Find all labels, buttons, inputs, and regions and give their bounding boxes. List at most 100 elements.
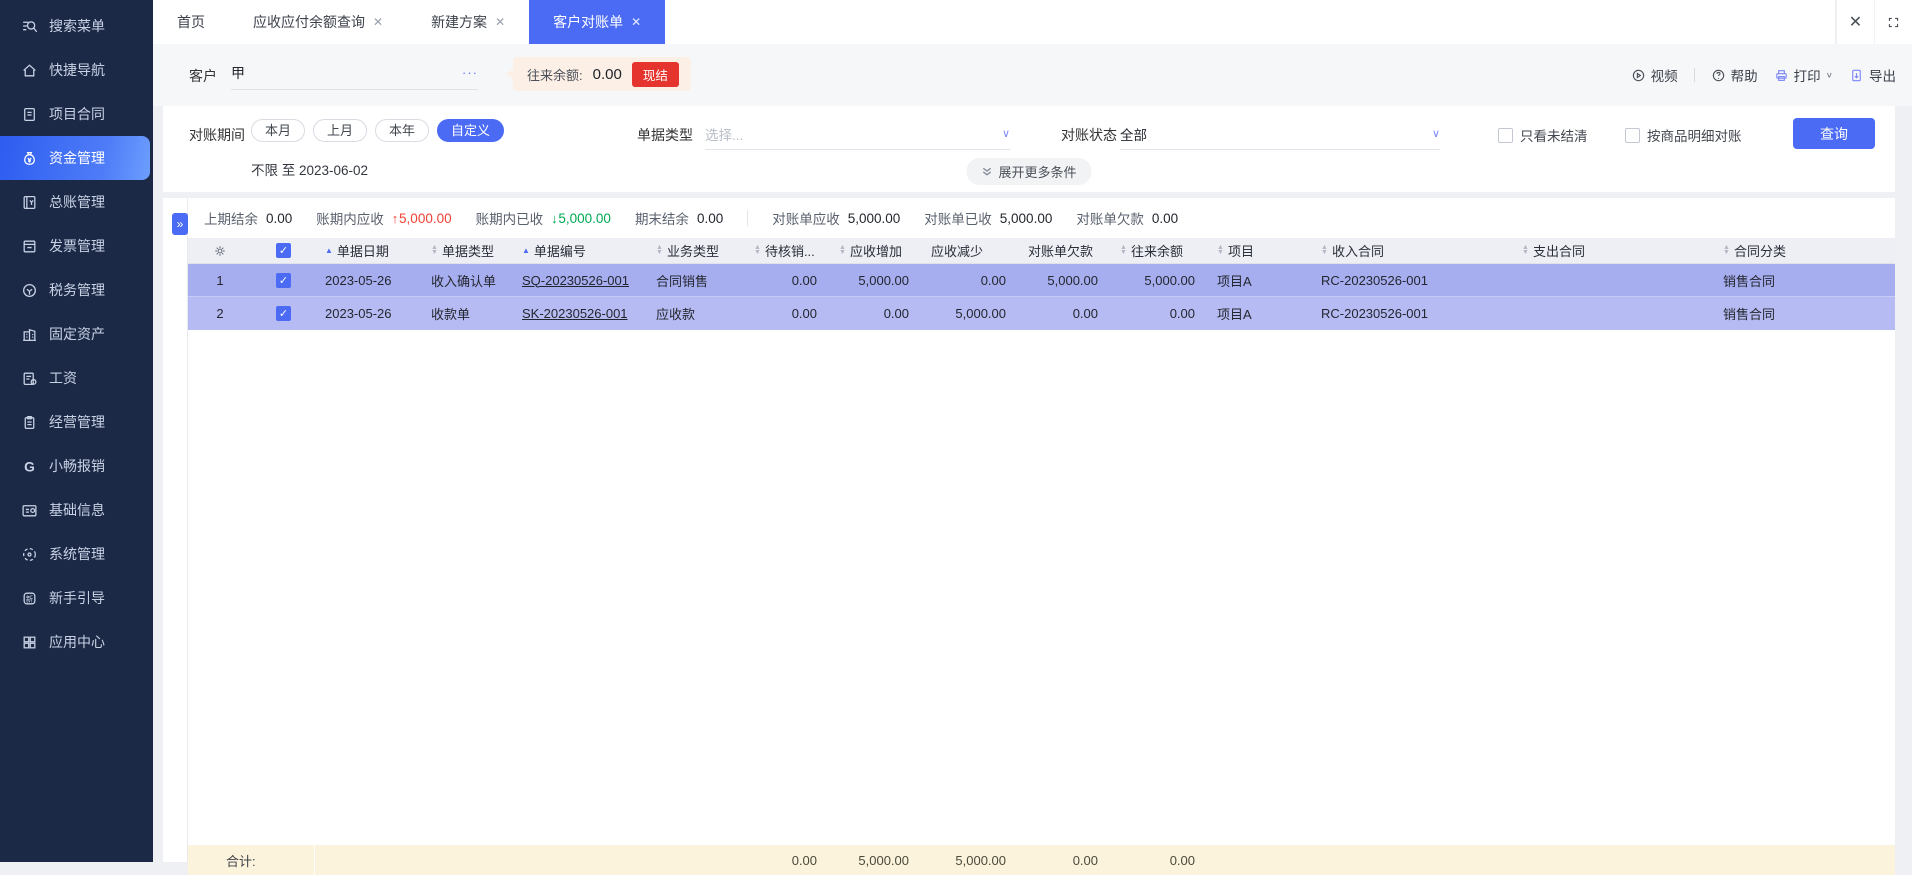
sidebar-item-general-ledger[interactable]: 总账管理: [0, 180, 153, 224]
row-seq: 1: [188, 264, 252, 296]
contract-doc-icon: [21, 106, 38, 123]
cell-contract-category: 销售合同: [1713, 264, 1895, 296]
sidebar-item-xiaochang-expense[interactable]: G 小畅报销: [0, 444, 153, 488]
fullscreen-button[interactable]: [1874, 0, 1912, 44]
ledger-icon: [21, 194, 38, 211]
tab-customer-statement[interactable]: 客户对账单 ✕: [529, 0, 665, 44]
header-doc-no[interactable]: ▲ 单据编号: [512, 238, 646, 263]
play-circle-icon: [1631, 68, 1646, 83]
invoice-icon: [21, 238, 38, 255]
header-doc-date[interactable]: ▲ 单据日期: [315, 238, 421, 263]
period-custom[interactable]: 自定义: [437, 119, 504, 142]
cell-income-contract: RC-20230526-001: [1311, 297, 1512, 330]
video-label: 视频: [1651, 65, 1678, 85]
tab-balance-query[interactable]: 应收应付余额查询 ✕: [229, 0, 407, 44]
doc-no-link[interactable]: SK-20230526-001: [522, 306, 628, 321]
sidebar-item-label: 小畅报销: [49, 456, 105, 476]
header-expense-contract[interactable]: ▲▼ 支出合同: [1512, 238, 1713, 263]
sidebar-item-label: 基础信息: [49, 500, 105, 520]
doc-type-label: 单据类型: [637, 125, 693, 145]
header-statement-debt[interactable]: 对账单欠款: [1018, 238, 1110, 263]
sidebar-item-newbie-guide[interactable]: 新 新手引导: [0, 576, 153, 620]
header-biz-type[interactable]: ▲▼ 业务类型: [646, 238, 744, 263]
checkbox-icon[interactable]: [1625, 128, 1640, 143]
settle-button[interactable]: 现结: [632, 62, 679, 87]
sidebar-item-basic-info[interactable]: 基础信息: [0, 488, 153, 532]
summary-value: 5,000.00: [399, 211, 452, 226]
sidebar-item-label: 新手引导: [49, 588, 105, 608]
status-select[interactable]: 全部 ∨: [1120, 118, 1440, 150]
summary-statement-debt: 对账单欠款 0.00: [1076, 208, 1178, 228]
sidebar-item-app-center[interactable]: 应用中心: [0, 620, 153, 664]
export-button[interactable]: 导出: [1849, 65, 1896, 85]
cell-income-contract: RC-20230526-001: [1311, 264, 1512, 296]
period-range-value[interactable]: 不限 至 2023-06-02: [251, 159, 368, 179]
sidebar-item-quick-nav[interactable]: 快捷导航: [0, 48, 153, 92]
query-button[interactable]: 查询: [1793, 118, 1875, 149]
checkbox-icon[interactable]: [1498, 128, 1513, 143]
doc-no-link[interactable]: SQ-20230526-001: [522, 273, 629, 288]
summary-statement-received: 对账单已收 5,000.00: [924, 208, 1052, 228]
sidebar-item-salary[interactable]: 工资: [0, 356, 153, 400]
sidebar-item-invoice-management[interactable]: 发票管理: [0, 224, 153, 268]
row-checkbox[interactable]: ✓: [276, 273, 291, 288]
summary-value: 5,000.00: [558, 211, 611, 226]
guide-icon: 新: [21, 590, 38, 607]
cell-statement-debt: 0.00: [1018, 297, 1110, 330]
header-ar-decrease[interactable]: 应收减少: [921, 238, 1018, 263]
cell-biz-type: 应收款: [646, 297, 744, 330]
row-checkbox[interactable]: ✓: [276, 306, 291, 321]
sidebar-item-business-management[interactable]: 经营管理: [0, 400, 153, 444]
clipboard-icon: [21, 414, 38, 431]
sidebar-item-funds-management[interactable]: 资金管理: [0, 136, 150, 180]
sidebar-item-search-menu[interactable]: 搜索菜单: [0, 4, 153, 48]
header-project[interactable]: ▲▼ 项目: [1207, 238, 1311, 263]
sidebar-item-project-contract[interactable]: 项目合同: [0, 92, 153, 136]
summary-label: 对账单已收: [924, 208, 992, 228]
customer-input[interactable]: 甲 ···: [231, 56, 478, 90]
close-window-button[interactable]: ✕: [1836, 0, 1874, 44]
checkbox-by-item-detail[interactable]: 按商品明细对账: [1625, 125, 1742, 145]
header-contract-category[interactable]: ▲▼ 合同分类: [1713, 238, 1895, 263]
spacer: [1311, 845, 1512, 875]
sidebar-item-fixed-assets[interactable]: 固定资产: [0, 312, 153, 356]
svg-text:G: G: [24, 458, 35, 474]
tab-close-icon[interactable]: ✕: [495, 15, 505, 29]
checkbox-only-unsettled[interactable]: 只看未结清: [1498, 125, 1588, 145]
tab-new-plan[interactable]: 新建方案 ✕: [407, 0, 529, 44]
summary-bar: 上期结余 0.00 账期内应收 ↑ 5,000.00 账期内已收 ↓ 5,000…: [188, 198, 1895, 238]
table-row[interactable]: 2 ✓ 2023-05-26 收款单 SK-20230526-001 应收款 0…: [188, 297, 1895, 330]
window-controls: ✕: [1835, 0, 1912, 44]
doc-type-select[interactable]: 选择... ∨: [705, 118, 1010, 150]
cell-doc-no: SQ-20230526-001: [512, 264, 646, 296]
table-row[interactable]: 1 ✓ 2023-05-26 收入确认单 SQ-20230526-001 合同销…: [188, 264, 1895, 297]
print-button[interactable]: 打印 ∨: [1774, 65, 1833, 85]
tab-home[interactable]: 首页: [153, 0, 229, 44]
more-ellipsis-icon[interactable]: ···: [462, 65, 478, 80]
header-pending[interactable]: ▲▼ 待核销...: [744, 238, 829, 263]
video-button[interactable]: 视频: [1631, 65, 1678, 85]
column-settings-button[interactable]: [188, 238, 252, 263]
sidebar-item-system-management[interactable]: 系统管理: [0, 532, 153, 576]
cell-balance: 5,000.00: [1110, 264, 1207, 296]
expand-panel-handle[interactable]: »: [172, 213, 188, 235]
help-button[interactable]: 帮助: [1711, 65, 1758, 85]
tab-close-icon[interactable]: ✕: [373, 15, 383, 29]
spacer: [512, 845, 646, 875]
tab-close-icon[interactable]: ✕: [631, 15, 641, 29]
summary-value: 0.00: [266, 211, 292, 226]
header-balance[interactable]: ▲▼ 往来余额: [1110, 238, 1207, 263]
header-doc-type[interactable]: ▲▼ 单据类型: [421, 238, 512, 263]
period-this-month[interactable]: 本月: [251, 119, 305, 142]
header-income-contract[interactable]: ▲▼ 收入合同: [1311, 238, 1512, 263]
header-label: 业务类型: [667, 241, 719, 260]
sidebar-item-tax-management[interactable]: 税务管理: [0, 268, 153, 312]
header-ar-increase[interactable]: ▲▼ 应收增加: [829, 238, 921, 263]
period-last-month[interactable]: 上月: [313, 119, 367, 142]
period-this-year[interactable]: 本年: [375, 119, 429, 142]
select-all-checkbox[interactable]: ✓: [276, 243, 291, 258]
sort-icons: ▲▼: [1120, 246, 1127, 255]
sort-asc-icon: ▲: [325, 246, 333, 255]
expand-more-button[interactable]: 展开更多条件: [966, 158, 1091, 185]
cell-pending: 0.00: [744, 297, 829, 330]
